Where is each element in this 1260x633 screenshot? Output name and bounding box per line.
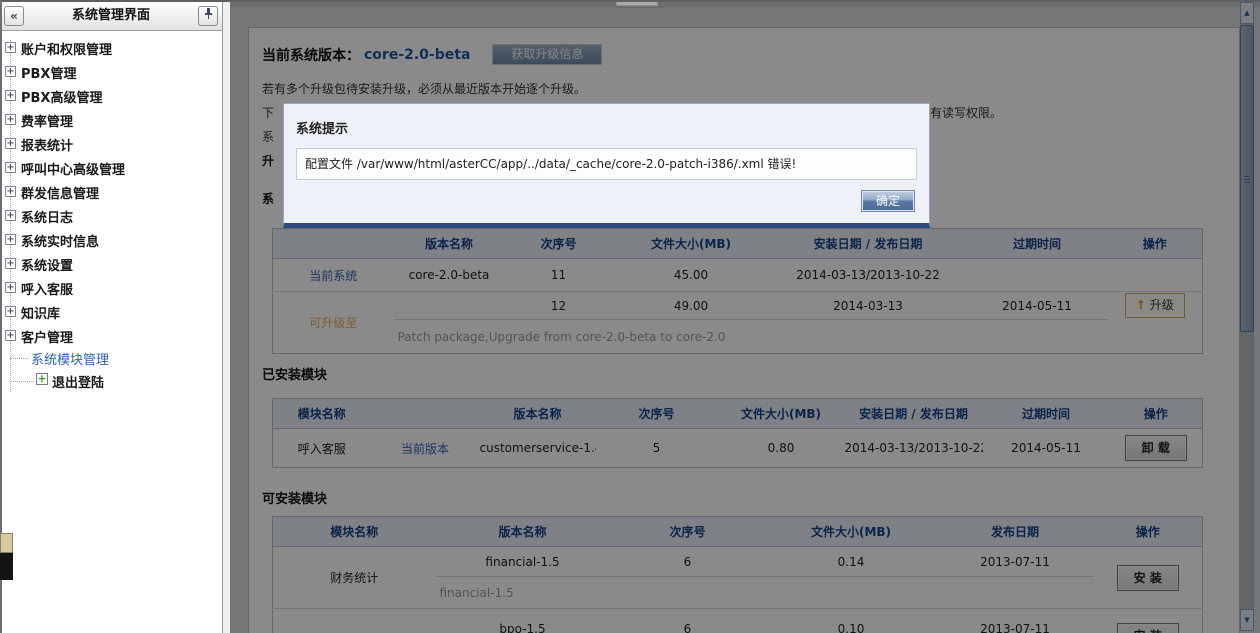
expand-plus-icon[interactable]: +: [5, 282, 16, 293]
expand-plus-icon[interactable]: +: [5, 330, 16, 341]
sidebar-item-customers[interactable]: +客户管理: [0, 324, 222, 348]
sidebar-item-realtime[interactable]: +系统实时信息: [0, 228, 222, 252]
main-panel: 当前系统版本： core-2.0-beta 获取升级信息 若有多个升级包待安装升…: [230, 0, 1260, 633]
expand-plus-icon[interactable]: +: [5, 114, 16, 125]
expand-plus-icon[interactable]: +: [5, 210, 16, 221]
sidebar-tree: +账户和权限管理 +PBX管理 +PBX高级管理 +费率管理 +报表统计 +呼叫…: [0, 32, 222, 632]
dialog-title: 系统提示: [296, 118, 348, 137]
system-alert-dialog: 系统提示 配置文件 /var/www/html/asterCC/app/../d…: [283, 103, 930, 228]
expand-plus-icon[interactable]: +: [5, 138, 16, 149]
sidebar-item-accounts[interactable]: +账户和权限管理: [0, 36, 222, 60]
expand-plus-icon[interactable]: +: [5, 42, 16, 53]
sidebar-item-pbx-advanced[interactable]: +PBX高级管理: [0, 84, 222, 108]
logout-icon: +: [36, 373, 48, 385]
expand-plus-icon[interactable]: +: [5, 234, 16, 245]
background-window-fragment: [0, 533, 13, 580]
expand-plus-icon[interactable]: +: [5, 162, 16, 173]
sidebar-item-knowledgebase[interactable]: +知识库: [0, 300, 222, 324]
expand-plus-icon[interactable]: +: [5, 90, 16, 101]
sidebar-item-settings[interactable]: +系统设置: [0, 252, 222, 276]
collapse-sidebar-button[interactable]: «: [4, 6, 24, 26]
sidebar-item-callcenter-advanced[interactable]: +呼叫中心高级管理: [0, 156, 222, 180]
screen: « 系统管理界面 +账户和权限管理 +PBX管理 +PBX高级管理 +费率管理 …: [0, 0, 1260, 633]
sidebar-item-pbx[interactable]: +PBX管理: [0, 60, 222, 84]
sidebar-item-logout[interactable]: +退出登陆: [0, 369, 222, 393]
sidebar-item-rates[interactable]: +费率管理: [0, 108, 222, 132]
sidebar-item-system-modules[interactable]: 系统模块管理: [0, 346, 222, 370]
pin-icon[interactable]: [198, 6, 218, 26]
expand-plus-icon[interactable]: +: [5, 258, 16, 269]
expand-plus-icon[interactable]: +: [5, 306, 16, 317]
sidebar-item-broadcast[interactable]: +群发信息管理: [0, 180, 222, 204]
sidebar-item-reports[interactable]: +报表统计: [0, 132, 222, 156]
dialog-message: 配置文件 /var/www/html/asterCC/app/../data/_…: [305, 157, 796, 171]
modal-overlay: [230, 0, 1260, 633]
window-top-edge: [0, 0, 1260, 2]
expand-plus-icon[interactable]: +: [5, 66, 16, 77]
sidebar: « 系统管理界面 +账户和权限管理 +PBX管理 +PBX高级管理 +费率管理 …: [0, 2, 223, 633]
ok-button[interactable]: 确定: [861, 190, 915, 212]
sidebar-title: 系统管理界面: [0, 2, 222, 30]
expand-plus-icon[interactable]: +: [5, 186, 16, 197]
sidebar-header: « 系统管理界面: [0, 2, 222, 31]
sidebar-item-syslog[interactable]: +系统日志: [0, 204, 222, 228]
sidebar-item-inbound-service[interactable]: +呼入客服: [0, 276, 222, 300]
dialog-message-box: 配置文件 /var/www/html/asterCC/app/../data/_…: [296, 148, 917, 180]
